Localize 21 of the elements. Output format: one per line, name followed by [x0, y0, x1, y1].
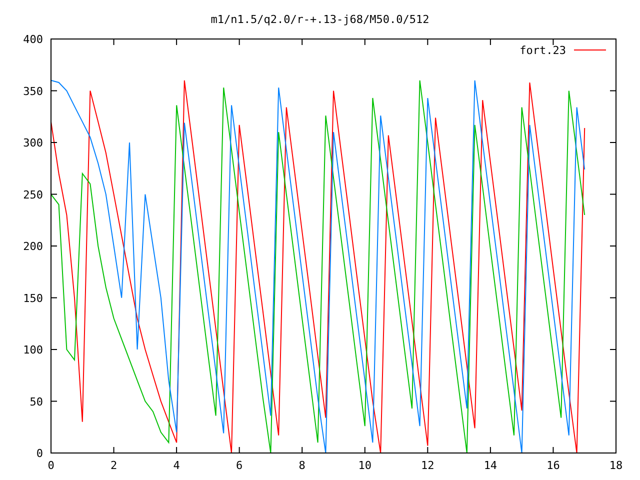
- tick-label: 50: [30, 395, 43, 408]
- tick-label: 400: [23, 33, 43, 46]
- tick-label: 10: [358, 459, 372, 472]
- tick-label: 250: [23, 188, 43, 202]
- tick-label: 200: [23, 240, 43, 253]
- tick-label: 12: [421, 459, 434, 472]
- legend-label: fort.23: [520, 44, 566, 57]
- tick-label: 150: [23, 292, 43, 305]
- tick-label: 0: [48, 459, 54, 472]
- tick-label: 0: [36, 447, 43, 460]
- tick-label: 18: [609, 459, 623, 472]
- tick-label: 300: [23, 136, 43, 150]
- tick-label: 100: [23, 344, 43, 356]
- tick-label: 8: [298, 459, 306, 472]
- tick-label: 2: [110, 459, 118, 472]
- tick-label: 4: [173, 459, 180, 472]
- chart-title: m1/n1.5/q2.0/r-+.13-j68/M50.0/512: [210, 13, 430, 26]
- tick-label: 6: [236, 459, 243, 472]
- tick-label: 350: [23, 84, 43, 98]
- tick-label: 16: [546, 459, 560, 472]
- tick-label: 14: [484, 459, 498, 472]
